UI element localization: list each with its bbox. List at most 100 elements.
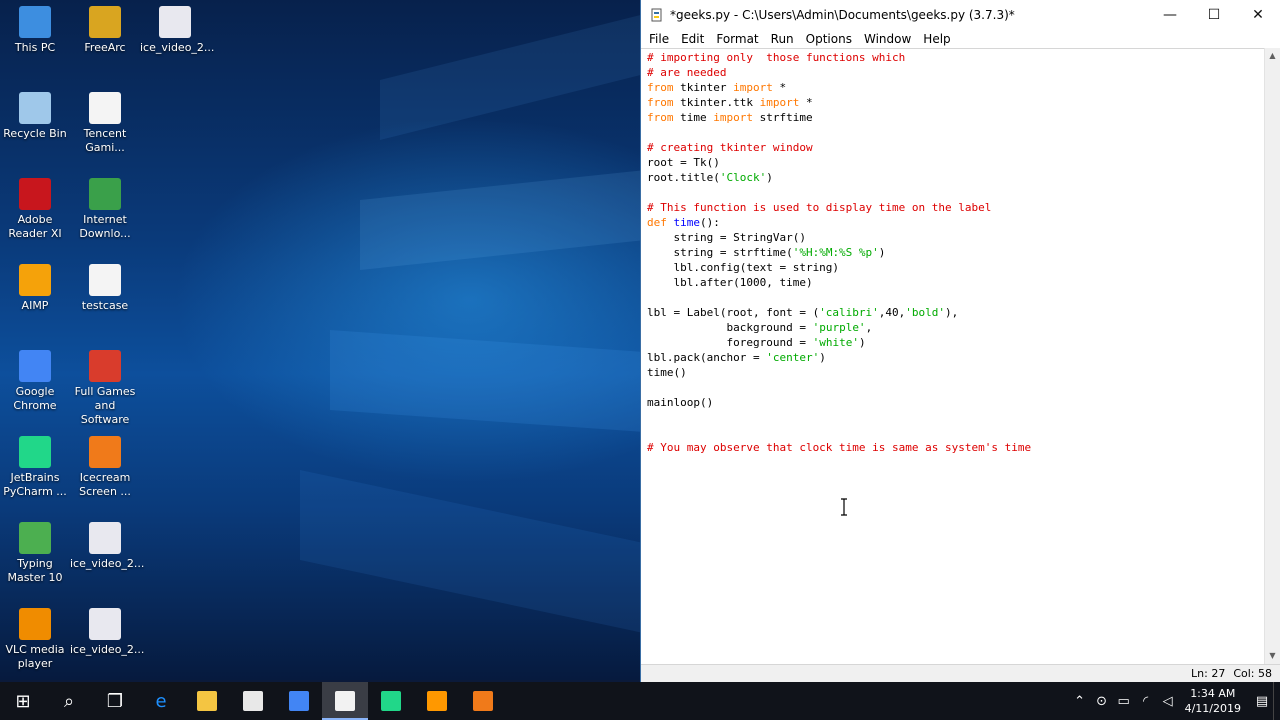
desktop-icon[interactable]: Tencent Gami... [70, 86, 140, 155]
desktop-icon[interactable]: AIMP [0, 258, 70, 313]
code-token: tkinter [673, 81, 734, 94]
desktop-icon[interactable]: VLC media player [0, 602, 70, 671]
menu-window[interactable]: Window [858, 32, 917, 46]
notification-icon[interactable]: ▤ [1251, 694, 1273, 709]
adobe-reader-icon [19, 178, 51, 210]
desktop-icon-label: JetBrains PyCharm ... [3, 471, 67, 498]
tray-clock[interactable]: 1:34 AM 4/11/2019 [1185, 686, 1241, 716]
desktop-icon-label: Typing Master 10 [7, 557, 63, 584]
menu-format[interactable]: Format [710, 32, 764, 46]
desktop-icon[interactable]: testcase [70, 258, 140, 313]
chrome-icon [289, 691, 309, 711]
code-token: time() [647, 366, 687, 379]
code-line: foreground = 'white') [647, 335, 1265, 350]
icecream-icon [473, 691, 493, 711]
network-monitor-icon[interactable]: ⊙ [1091, 694, 1113, 709]
close-button[interactable]: ✕ [1236, 0, 1280, 30]
code-token: from [647, 111, 674, 124]
desktop-icon-label: Internet Downlo... [79, 213, 131, 240]
idle-button[interactable] [322, 682, 368, 720]
edge-icon: e [155, 690, 167, 712]
icecream-button[interactable] [460, 682, 506, 720]
sublime-button[interactable] [414, 682, 460, 720]
code-token: lbl = Label(root, font = ( [647, 306, 820, 319]
code-line: # This function is used to display time … [647, 200, 1265, 215]
code-token: import [713, 111, 753, 124]
chrome-button[interactable] [276, 682, 322, 720]
vertical-scrollbar[interactable]: ▲ ▼ [1264, 48, 1280, 664]
desktop-icon[interactable]: Internet Downlo... [70, 172, 140, 241]
menu-run[interactable]: Run [765, 32, 800, 46]
file-explorer-button[interactable] [184, 682, 230, 720]
code-line: lbl.config(text = string) [647, 260, 1265, 275]
desktop-icon[interactable]: ice_video_2... [140, 0, 215, 55]
menu-edit[interactable]: Edit [675, 32, 710, 46]
code-token: lbl.config(text = string) [647, 261, 840, 274]
code-token: def [647, 216, 667, 229]
aimp-icon [19, 264, 51, 296]
pycharm-button[interactable] [368, 682, 414, 720]
text-cursor-icon [841, 498, 847, 516]
desktop-icon[interactable]: FreeArc [70, 0, 140, 55]
menu-file[interactable]: File [643, 32, 675, 46]
vlc-icon [19, 608, 51, 640]
desktop-icon-label: ice_video_2... [140, 41, 215, 54]
minimize-button[interactable]: — [1148, 0, 1192, 30]
window-titlebar[interactable]: *geeks.py - C:\Users\Admin\Documents\gee… [641, 0, 1280, 30]
desktop-icon[interactable]: Adobe Reader XI [0, 172, 70, 241]
desktop-icon-label: Full Games and Software [74, 385, 136, 426]
scroll-down-icon[interactable]: ▼ [1265, 648, 1280, 664]
scroll-up-icon[interactable]: ▲ [1265, 48, 1280, 64]
search-button[interactable]: ⌕ [46, 682, 92, 720]
start-button[interactable]: ⊞ [0, 682, 46, 720]
code-line: from tkinter.ttk import * [647, 95, 1265, 110]
clock-date: 4/11/2019 [1184, 702, 1241, 715]
desktop-icon[interactable]: Google Chrome [0, 344, 70, 413]
code-token: , [865, 321, 873, 334]
desktop-icon[interactable]: Icecream Screen ... [70, 430, 140, 499]
desktop-icon[interactable]: This PC [0, 0, 70, 55]
code-editor[interactable]: # importing only those functions which # … [641, 48, 1265, 664]
desktop-icon-label: ice_video_2... [70, 643, 145, 656]
store-button[interactable] [230, 682, 276, 720]
desktop-icon[interactable]: Typing Master 10 [0, 516, 70, 585]
code-token: 'bold' [905, 306, 946, 319]
menu-options[interactable]: Options [800, 32, 858, 46]
maximize-button[interactable]: ☐ [1192, 0, 1236, 30]
code-token: background = [647, 321, 813, 334]
video-file-icon [89, 522, 121, 554]
code-line: root.title('Clock') [647, 170, 1265, 185]
desktop-icon[interactable]: JetBrains PyCharm ... [0, 430, 70, 499]
code-line: mainloop() [647, 395, 1265, 410]
desktop-icon[interactable]: Full Games and Software [70, 344, 140, 427]
status-line: Ln: 27 [1191, 667, 1226, 680]
code-token: * [799, 96, 813, 109]
desktop-icon[interactable]: Recycle Bin [0, 86, 70, 141]
show-desktop-button[interactable] [1273, 682, 1280, 720]
desktop-icon-label: ice_video_2... [70, 557, 145, 570]
desktop-icon[interactable]: ice_video_2... [70, 516, 145, 571]
document-shortcut-icon [89, 92, 121, 124]
volume-icon[interactable]: ◁ [1157, 694, 1179, 709]
menu-help[interactable]: Help [917, 32, 956, 46]
code-token: ,40, [878, 306, 906, 319]
idle-editor-window: *geeks.py - C:\Users\Admin\Documents\gee… [640, 0, 1280, 682]
desktop-icon-label: FreeArc [84, 41, 126, 54]
code-text[interactable]: # importing only those functions which # … [641, 49, 1265, 455]
desktop-icon-label: Recycle Bin [3, 127, 67, 140]
desktop-icon[interactable]: ice_video_2... [70, 602, 145, 657]
wifi-icon[interactable]: ◜ [1135, 694, 1157, 709]
edge-button[interactable]: e [138, 682, 184, 720]
chevron-up-icon[interactable]: ⌃ [1069, 694, 1091, 709]
code-line: from time import strftime [647, 110, 1265, 125]
icecream-icon [89, 436, 121, 468]
status-bar: Ln: 27 Col: 58 [641, 664, 1280, 682]
task-view-button[interactable]: ❐ [92, 682, 138, 720]
battery-icon[interactable]: ▭ [1113, 694, 1135, 709]
code-token: # importing only those functions which [647, 51, 906, 64]
desktop-icon-label: AIMP [21, 299, 49, 312]
